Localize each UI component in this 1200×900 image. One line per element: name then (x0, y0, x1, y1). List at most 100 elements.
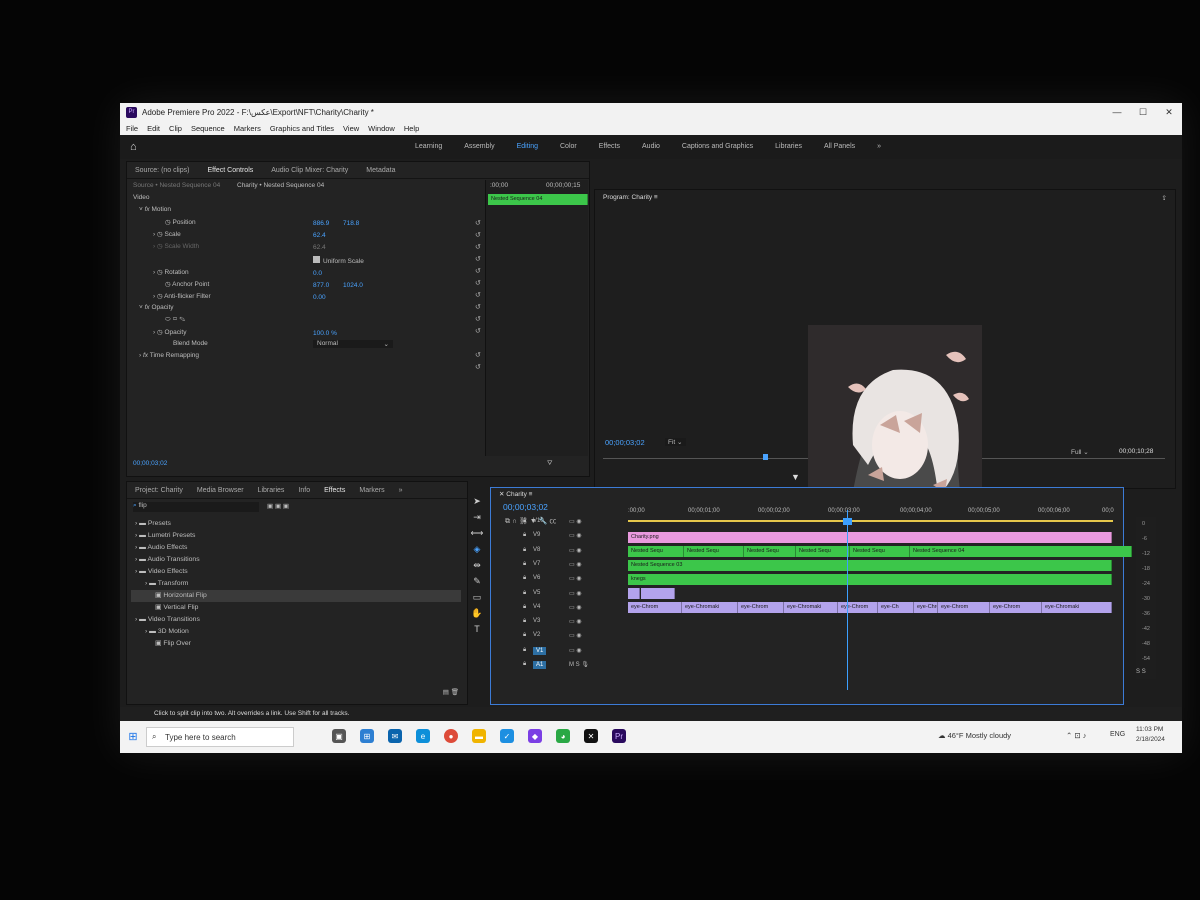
new-bin-icon[interactable]: ▤ 🗑 (443, 688, 459, 696)
eye-icon[interactable]: ▭ ◉ (569, 561, 582, 568)
more-workspaces-icon[interactable]: » (877, 143, 881, 150)
tab-effects[interactable]: Effects (324, 487, 345, 494)
track-label[interactable]: A1 (533, 661, 547, 669)
home-icon[interactable]: ⌂ (130, 141, 142, 153)
eye-icon[interactable]: ▭ ◉ (569, 647, 582, 654)
workspace-learning[interactable]: Learning (415, 143, 442, 150)
menu-clip[interactable]: Clip (169, 124, 182, 133)
app-icon[interactable]: ◕ (556, 729, 570, 743)
chrome-icon[interactable]: ● (444, 729, 458, 743)
program-playhead[interactable] (763, 454, 768, 460)
workspace-color[interactable]: Color (560, 143, 577, 150)
clip-eye-chroma[interactable]: eye-Chromaki (682, 602, 738, 613)
clip-eye-chroma[interactable]: eye-Chrom (628, 602, 682, 613)
tray-icons[interactable]: ⌃ ⊡ ♪ (1066, 731, 1087, 740)
workspace-assembly[interactable]: Assembly (464, 143, 494, 150)
tab-metadata[interactable]: Metadata (366, 167, 395, 174)
taskbar-search[interactable]: ⌕ Type here to search (146, 727, 294, 747)
effects-tree-item[interactable]: › ▬ Lumetri Presets (131, 530, 461, 542)
ripple-edit-tool-icon[interactable]: ⟷ (470, 525, 484, 541)
tab-effect-controls[interactable]: Effect Controls (207, 167, 253, 174)
clip-nested-sequence[interactable]: Nested Sequ (796, 546, 850, 557)
fit-select[interactable]: Fit ⌄ (665, 438, 686, 446)
effects-tree-item[interactable]: › ▬ Transform (131, 578, 461, 590)
eye-icon[interactable]: ▭ ◉ (569, 518, 582, 525)
clip-v5-a[interactable] (628, 588, 640, 599)
menu-graphics[interactable]: Graphics and Titles (270, 124, 334, 133)
effects-tree-item[interactable]: › ▬ Audio Transitions (131, 554, 461, 566)
clip-nested-sequence-03[interactable]: Nested Sequence 03 (628, 560, 1112, 571)
track-label[interactable]: V6 (533, 575, 540, 581)
filter-icon[interactable]: ⛛ (547, 460, 552, 468)
rectangle-mask-icon[interactable]: ▭ (172, 316, 177, 323)
anchor-x-value[interactable]: 877.0 (313, 282, 329, 289)
menu-help[interactable]: Help (404, 124, 419, 133)
clip-eye-chroma[interactable]: eye-Chrom (738, 602, 784, 613)
mini-clip[interactable]: Nested Sequence 04 (488, 194, 588, 205)
tab-markers[interactable]: Markers (359, 487, 384, 494)
eye-icon[interactable]: ▭ ◉ (569, 532, 582, 539)
clip-nested-sequence[interactable]: Nested Sequ (850, 546, 910, 557)
menu-window[interactable]: Window (368, 124, 395, 133)
motion-effect[interactable]: ˅ fx Motion (139, 206, 171, 213)
clip-nested-sequence[interactable]: Nested Sequ (744, 546, 796, 557)
rectangle-tool-icon[interactable]: ▭ (470, 589, 484, 605)
windows-start-icon[interactable]: ⊞ (126, 729, 140, 743)
clip-eye-chroma[interactable]: eye-Chrom (990, 602, 1042, 613)
opacity-value[interactable]: 100.0 % (313, 330, 337, 337)
pen-mask-icon[interactable]: ✎ (179, 316, 185, 323)
antiflicker-value[interactable]: 0.00 (313, 294, 326, 301)
uniform-scale-checkbox[interactable]: Uniform Scale (313, 256, 364, 265)
menu-edit[interactable]: Edit (147, 124, 160, 133)
menu-view[interactable]: View (343, 124, 359, 133)
lock-icon[interactable]: 🔒︎ (523, 575, 526, 582)
menu-markers[interactable]: Markers (234, 124, 261, 133)
blend-mode-select[interactable]: Normal ⌄ (313, 340, 393, 348)
anchor-y-value[interactable]: 1024.0 (343, 282, 363, 289)
full-select[interactable]: Full ⌄ (1071, 448, 1089, 456)
program-timecode[interactable]: 00;00;03;02 (605, 438, 645, 447)
effects-tree-item[interactable]: › ▬ 3D Motion (131, 626, 461, 638)
lock-icon[interactable]: 🔒︎ (523, 518, 526, 525)
eye-icon[interactable]: ▭ ◉ (569, 618, 582, 625)
program-title[interactable]: Program: Charity ≡ (603, 194, 658, 201)
time-remapping-effect[interactable]: › fx Time Remapping (139, 352, 199, 359)
weather-widget[interactable]: ☁ 46°F Mostly cloudy (938, 731, 1011, 740)
ellipse-mask-icon[interactable]: ⬭ (165, 316, 171, 323)
track-label[interactable]: V10 (533, 518, 544, 524)
tab-project[interactable]: Project: Charity (135, 487, 183, 494)
lock-icon[interactable]: 🔒︎ (523, 532, 526, 539)
tab-audio-clip-mixer[interactable]: Audio Clip Mixer: Charity (271, 167, 348, 174)
clip-eye-chroma[interactable]: eye-Chrom (938, 602, 990, 613)
more-tabs-icon[interactable]: » (399, 487, 403, 494)
mute-icon[interactable]: M S 🎙 (569, 661, 589, 668)
playhead-handle[interactable] (843, 518, 852, 525)
position-y-value[interactable]: 718.8 (343, 220, 359, 227)
x-icon[interactable]: ✕ (584, 729, 598, 743)
clip-eye-chroma[interactable]: eye-Chro (914, 602, 938, 613)
razor-tool-icon[interactable]: ◈ (470, 541, 484, 557)
menu-sequence[interactable]: Sequence (191, 124, 225, 133)
solo-buttons[interactable]: S S (1136, 669, 1146, 675)
tab-source[interactable]: Source: (no clips) (135, 167, 189, 174)
filter-presets-icons[interactable]: ▣ ▣ ▣ (267, 502, 289, 510)
timeline-timecode[interactable]: 00;00;03;02 (503, 502, 548, 512)
timeline-tab[interactable]: ✕ Charity ≡ (499, 490, 532, 498)
position-x-value[interactable]: 886.9 (313, 220, 329, 227)
tab-libraries[interactable]: Libraries (258, 487, 285, 494)
track-label[interactable]: V8 (533, 547, 540, 553)
effects-tree-item[interactable]: ▣ Vertical Flip (131, 602, 461, 614)
track-label[interactable]: V5 (533, 590, 540, 596)
workspace-editing[interactable]: Editing (517, 143, 538, 150)
clip-nested-sequence[interactable]: Nested Sequence 04 (910, 546, 1132, 557)
app-check-icon[interactable]: ✓ (500, 729, 514, 743)
lock-icon[interactable]: 🔒︎ (523, 661, 526, 668)
close-icon[interactable]: ✕ (1156, 103, 1182, 121)
file-explorer-icon[interactable]: ▬ (472, 729, 486, 743)
tab-info[interactable]: Info (298, 487, 310, 494)
eye-icon[interactable]: ▭ ◉ (569, 547, 582, 554)
eye-icon[interactable]: ▭ ◉ (569, 632, 582, 639)
workspace-audio[interactable]: Audio (642, 143, 660, 150)
mail-icon[interactable]: ✉ (388, 729, 402, 743)
lock-icon[interactable]: 🔒︎ (523, 604, 526, 611)
